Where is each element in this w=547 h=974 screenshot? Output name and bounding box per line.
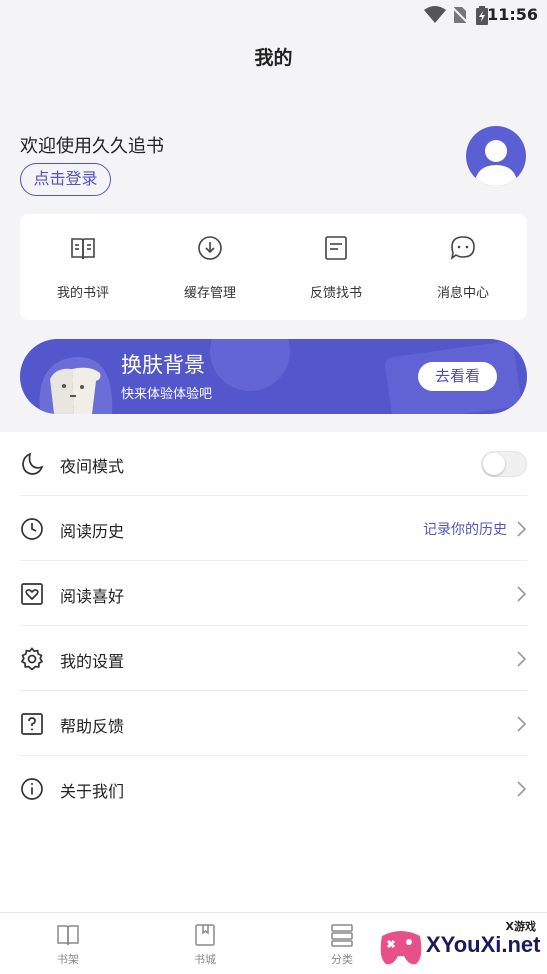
shortcut-label: 缓存管理 bbox=[183, 286, 236, 301]
menu-label: 阅读喜好 bbox=[60, 587, 125, 606]
welcome-text: 欢迎使用久久追书 bbox=[20, 136, 164, 157]
menu-label: 帮助反馈 bbox=[60, 717, 125, 736]
page-title: 我的 bbox=[254, 47, 293, 69]
chevron-right-icon bbox=[517, 521, 527, 537]
document-icon bbox=[325, 236, 347, 260]
toggle-knob bbox=[483, 453, 505, 475]
no-sim-icon bbox=[452, 6, 468, 24]
status-bar: 11:56 bbox=[0, 0, 547, 30]
gear-icon bbox=[20, 647, 44, 671]
user-avatar-icon bbox=[474, 140, 518, 186]
shortcut-label: 反馈找书 bbox=[309, 286, 362, 301]
shortcut-cache[interactable]: 缓存管理 bbox=[147, 214, 273, 320]
shortcut-label: 消息中心 bbox=[436, 286, 489, 301]
night-mode-toggle[interactable] bbox=[481, 451, 527, 477]
skin-banner[interactable]: 换肤背景 快来体验体验吧 去看看 bbox=[20, 339, 527, 414]
history-hint: 记录你的历史 bbox=[423, 522, 507, 538]
menu-about-us[interactable]: 关于我们 bbox=[20, 757, 527, 821]
tab-label: 书架 bbox=[57, 953, 79, 966]
bookstore-icon bbox=[195, 924, 215, 946]
status-time: 11:56 bbox=[487, 5, 538, 24]
shortcut-messages[interactable]: 消息中心 bbox=[400, 214, 526, 320]
chevron-right-icon bbox=[517, 716, 527, 732]
shortcut-card: 我的书评 缓存管理 反馈找书 消息中心 bbox=[20, 214, 527, 320]
banner-subtitle: 快来体验体验吧 bbox=[121, 387, 213, 402]
moon-icon bbox=[22, 452, 44, 475]
tab-label: 书城 bbox=[194, 953, 216, 966]
gamepad-logo-icon bbox=[380, 931, 422, 965]
shortcut-label: 我的书评 bbox=[56, 286, 109, 301]
chevron-right-icon bbox=[517, 586, 527, 602]
menu-night-mode[interactable]: 夜间模式 bbox=[20, 432, 527, 496]
watermark: X游戏 XYouXi.net bbox=[376, 918, 544, 970]
menu-label: 我的设置 bbox=[60, 652, 125, 671]
banner-title: 换肤背景 bbox=[121, 353, 205, 377]
menu-my-settings[interactable]: 我的设置 bbox=[20, 627, 527, 691]
category-icon bbox=[331, 924, 353, 947]
chevron-right-icon bbox=[517, 651, 527, 667]
banner-go-button[interactable]: 去看看 bbox=[418, 362, 497, 391]
heart-box-icon bbox=[21, 583, 43, 605]
chat-bubble-icon bbox=[450, 236, 475, 260]
menu-reading-history[interactable]: 阅读历史 记录你的历史 bbox=[20, 497, 527, 561]
book-review-icon bbox=[71, 238, 95, 260]
menu-help-feedback[interactable]: 帮助反馈 bbox=[20, 692, 527, 756]
avatar[interactable] bbox=[466, 126, 526, 186]
tab-bookstore[interactable]: 书城 bbox=[137, 913, 273, 974]
login-button[interactable]: 点击登录 bbox=[20, 163, 111, 196]
download-icon bbox=[198, 236, 222, 260]
shortcut-feedback[interactable]: 反馈找书 bbox=[273, 214, 399, 320]
chevron-right-icon bbox=[517, 781, 527, 797]
info-icon bbox=[21, 778, 43, 800]
bookshelf-icon bbox=[57, 925, 79, 946]
menu-label: 夜间模式 bbox=[60, 457, 125, 476]
tab-bookshelf[interactable]: 书架 bbox=[0, 913, 136, 974]
question-icon bbox=[21, 713, 43, 735]
clock-icon bbox=[21, 518, 43, 540]
menu-label: 阅读历史 bbox=[60, 522, 125, 541]
menu-reading-preference[interactable]: 阅读喜好 bbox=[20, 562, 527, 626]
watermark-text: XYouXi.net bbox=[426, 932, 541, 957]
shortcut-book-review[interactable]: 我的书评 bbox=[20, 214, 146, 320]
menu-label: 关于我们 bbox=[60, 782, 125, 801]
wifi-icon bbox=[424, 6, 446, 23]
